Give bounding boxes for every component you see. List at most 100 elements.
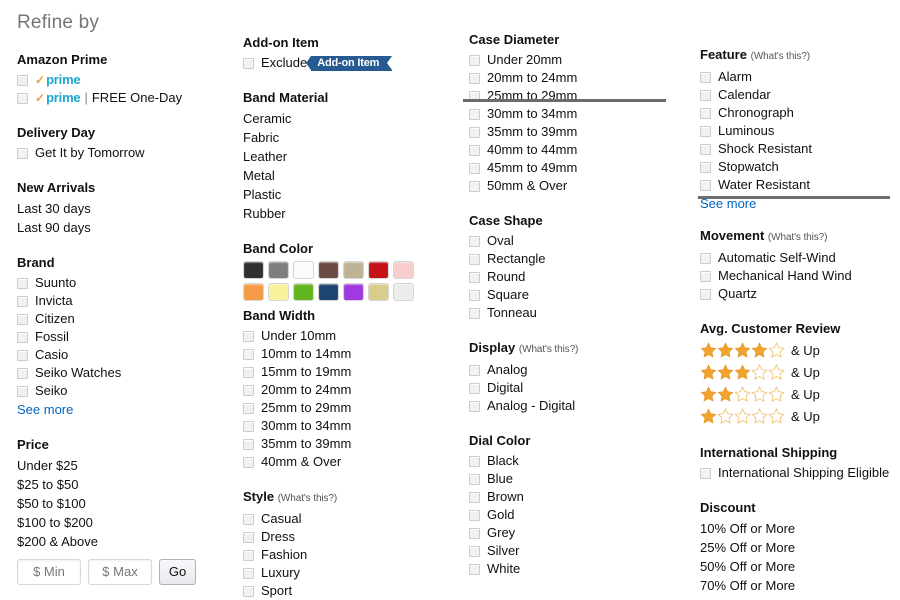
swatch-navy[interactable] bbox=[318, 283, 339, 301]
filter-link-band-material[interactable]: Rubber bbox=[243, 204, 455, 223]
swatch-green[interactable] bbox=[293, 283, 314, 301]
filter-item-get-it-by-tomorrow[interactable]: Get It by Tomorrow bbox=[17, 144, 227, 162]
checkbox-style-dress[interactable] bbox=[243, 531, 254, 543]
checkbox-band-width-35-39mm[interactable] bbox=[243, 438, 254, 450]
checkbox-brand-seiko-watches[interactable] bbox=[17, 367, 28, 379]
checkbox-feature-chronograph[interactable] bbox=[700, 107, 711, 119]
whats-this-link-display[interactable]: (What's this?) bbox=[519, 344, 579, 355]
swatch-purple[interactable] bbox=[343, 283, 364, 301]
checkbox-feature-water-resistant[interactable] bbox=[700, 179, 711, 191]
checkbox-style-fashion[interactable] bbox=[243, 549, 254, 561]
checkbox-prime-free-one-day[interactable] bbox=[17, 92, 28, 104]
rating-filter-3-and-up[interactable]: & Up bbox=[700, 362, 895, 383]
filter-item-movement[interactable]: Mechanical Hand Wind bbox=[700, 267, 895, 285]
checkbox-dial-color-brown[interactable] bbox=[469, 491, 480, 503]
checkbox-band-width-25-29mm[interactable] bbox=[243, 402, 254, 414]
filter-link-price[interactable]: $50 to $100 bbox=[17, 494, 227, 513]
filter-item-case-shape[interactable]: Oval bbox=[469, 232, 684, 250]
filter-item-case-diameter[interactable]: 50mm & Over bbox=[469, 177, 684, 195]
checkbox-get-it-by-tomorrow[interactable] bbox=[17, 147, 28, 159]
checkbox-feature-shock-resistant[interactable] bbox=[700, 143, 711, 155]
checkbox-exclude-addon[interactable] bbox=[243, 57, 254, 69]
filter-item-band-width[interactable]: 30mm to 34mm bbox=[243, 417, 455, 435]
filter-item-style[interactable]: Luxury bbox=[243, 564, 455, 582]
checkbox-brand-suunto[interactable] bbox=[17, 277, 28, 289]
filter-link-last-90-days[interactable]: Last 90 days bbox=[17, 218, 227, 237]
filter-item-style[interactable]: Fashion bbox=[243, 546, 455, 564]
checkbox-movement-mechanical-hand-wind[interactable] bbox=[700, 270, 711, 282]
filter-item-dial-color[interactable]: Grey bbox=[469, 524, 684, 542]
filter-item-prime-free-one-day[interactable]: ✓ prime | FREE One-Day bbox=[17, 89, 227, 107]
filter-item-display[interactable]: Analog bbox=[469, 361, 684, 379]
filter-item-dial-color[interactable]: Silver bbox=[469, 542, 684, 560]
filter-item-style[interactable]: Casual bbox=[243, 510, 455, 528]
filter-item-feature[interactable]: Alarm bbox=[700, 68, 895, 86]
checkbox-style-luxury[interactable] bbox=[243, 567, 254, 579]
checkbox-dial-color-grey[interactable] bbox=[469, 527, 480, 539]
checkbox-display-analog-digital[interactable] bbox=[469, 400, 480, 412]
checkbox-case-diameter-30-34mm[interactable] bbox=[469, 108, 480, 120]
filter-item-brand[interactable]: Seiko Watches bbox=[17, 364, 227, 382]
swatch-white[interactable] bbox=[293, 261, 314, 279]
filter-link-price[interactable]: $200 & Above bbox=[17, 532, 227, 551]
checkbox-case-diameter-under-20mm[interactable] bbox=[469, 54, 480, 66]
filter-link-price[interactable]: Under $25 bbox=[17, 456, 227, 475]
filter-item-display[interactable]: Analog - Digital bbox=[469, 397, 684, 415]
checkbox-brand-invicta[interactable] bbox=[17, 295, 28, 307]
filter-item-brand[interactable]: Casio bbox=[17, 346, 227, 364]
checkbox-case-shape-tonneau[interactable] bbox=[469, 307, 480, 319]
filter-link-band-material[interactable]: Fabric bbox=[243, 128, 455, 147]
filter-item-case-diameter[interactable]: 30mm to 34mm bbox=[469, 105, 684, 123]
filter-item-case-shape[interactable]: Square bbox=[469, 286, 684, 304]
filter-item-dial-color[interactable]: Blue bbox=[469, 470, 684, 488]
checkbox-brand-citizen[interactable] bbox=[17, 313, 28, 325]
swatch-black[interactable] bbox=[243, 261, 264, 279]
filter-link-band-material[interactable]: Metal bbox=[243, 166, 455, 185]
checkbox-case-diameter-35-39mm[interactable] bbox=[469, 126, 480, 138]
filter-link-price[interactable]: $25 to $50 bbox=[17, 475, 227, 494]
checkbox-case-diameter-45-49mm[interactable] bbox=[469, 162, 480, 174]
rating-filter-2-and-up[interactable]: & Up bbox=[700, 384, 895, 405]
whats-this-link-movement[interactable]: (What's this?) bbox=[768, 232, 828, 243]
swatch-red[interactable] bbox=[368, 261, 389, 279]
checkbox-dial-color-black[interactable] bbox=[469, 455, 480, 467]
swatch-brown[interactable] bbox=[318, 261, 339, 279]
checkbox-band-width-40mm-over[interactable] bbox=[243, 456, 254, 468]
swatch-yellow[interactable] bbox=[268, 283, 289, 301]
swatch-pink[interactable] bbox=[393, 261, 414, 279]
checkbox-case-diameter-50mm-over[interactable] bbox=[469, 180, 480, 192]
filter-link-band-material[interactable]: Leather bbox=[243, 147, 455, 166]
price-max-input[interactable]: $ Max bbox=[88, 559, 152, 585]
checkbox-dial-color-gold[interactable] bbox=[469, 509, 480, 521]
checkbox-case-shape-oval[interactable] bbox=[469, 235, 480, 247]
filter-item-brand[interactable]: Seiko bbox=[17, 382, 227, 400]
filter-item-brand[interactable]: Suunto bbox=[17, 274, 227, 292]
filter-item-case-diameter[interactable]: 25mm to 29mm bbox=[469, 87, 684, 105]
filter-item-case-diameter[interactable]: 35mm to 39mm bbox=[469, 123, 684, 141]
checkbox-band-width-under-10mm[interactable] bbox=[243, 330, 254, 342]
checkbox-dial-color-white[interactable] bbox=[469, 563, 480, 575]
filter-item-feature[interactable]: Stopwatch bbox=[700, 158, 895, 176]
checkbox-feature-luminous[interactable] bbox=[700, 125, 711, 137]
checkbox-case-shape-rectangle[interactable] bbox=[469, 253, 480, 265]
filter-item-movement[interactable]: Automatic Self-Wind bbox=[700, 249, 895, 267]
checkbox-international-shipping-eligible[interactable] bbox=[700, 467, 711, 479]
filter-link-discount[interactable]: 50% Off or More bbox=[700, 557, 895, 576]
filter-item-case-shape[interactable]: Rectangle bbox=[469, 250, 684, 268]
filter-item-band-width[interactable]: 10mm to 14mm bbox=[243, 345, 455, 363]
swatch-orange[interactable] bbox=[243, 283, 264, 301]
checkbox-band-width-30-34mm[interactable] bbox=[243, 420, 254, 432]
checkbox-style-sport[interactable] bbox=[243, 585, 254, 597]
checkbox-brand-seiko[interactable] bbox=[17, 385, 28, 397]
checkbox-band-width-20-24mm[interactable] bbox=[243, 384, 254, 396]
price-go-button[interactable]: Go bbox=[159, 559, 196, 585]
rating-filter-1-and-up[interactable]: & Up bbox=[700, 406, 895, 427]
filter-item-band-width[interactable]: 35mm to 39mm bbox=[243, 435, 455, 453]
filter-item-international-shipping[interactable]: International Shipping Eligible bbox=[700, 464, 895, 482]
filter-link-discount[interactable]: 10% Off or More bbox=[700, 519, 895, 538]
filter-item-feature[interactable]: Shock Resistant bbox=[700, 140, 895, 158]
filter-link-last-30-days[interactable]: Last 30 days bbox=[17, 199, 227, 218]
checkbox-style-casual[interactable] bbox=[243, 513, 254, 525]
swatch-off-white[interactable] bbox=[393, 283, 414, 301]
checkbox-feature-stopwatch[interactable] bbox=[700, 161, 711, 173]
